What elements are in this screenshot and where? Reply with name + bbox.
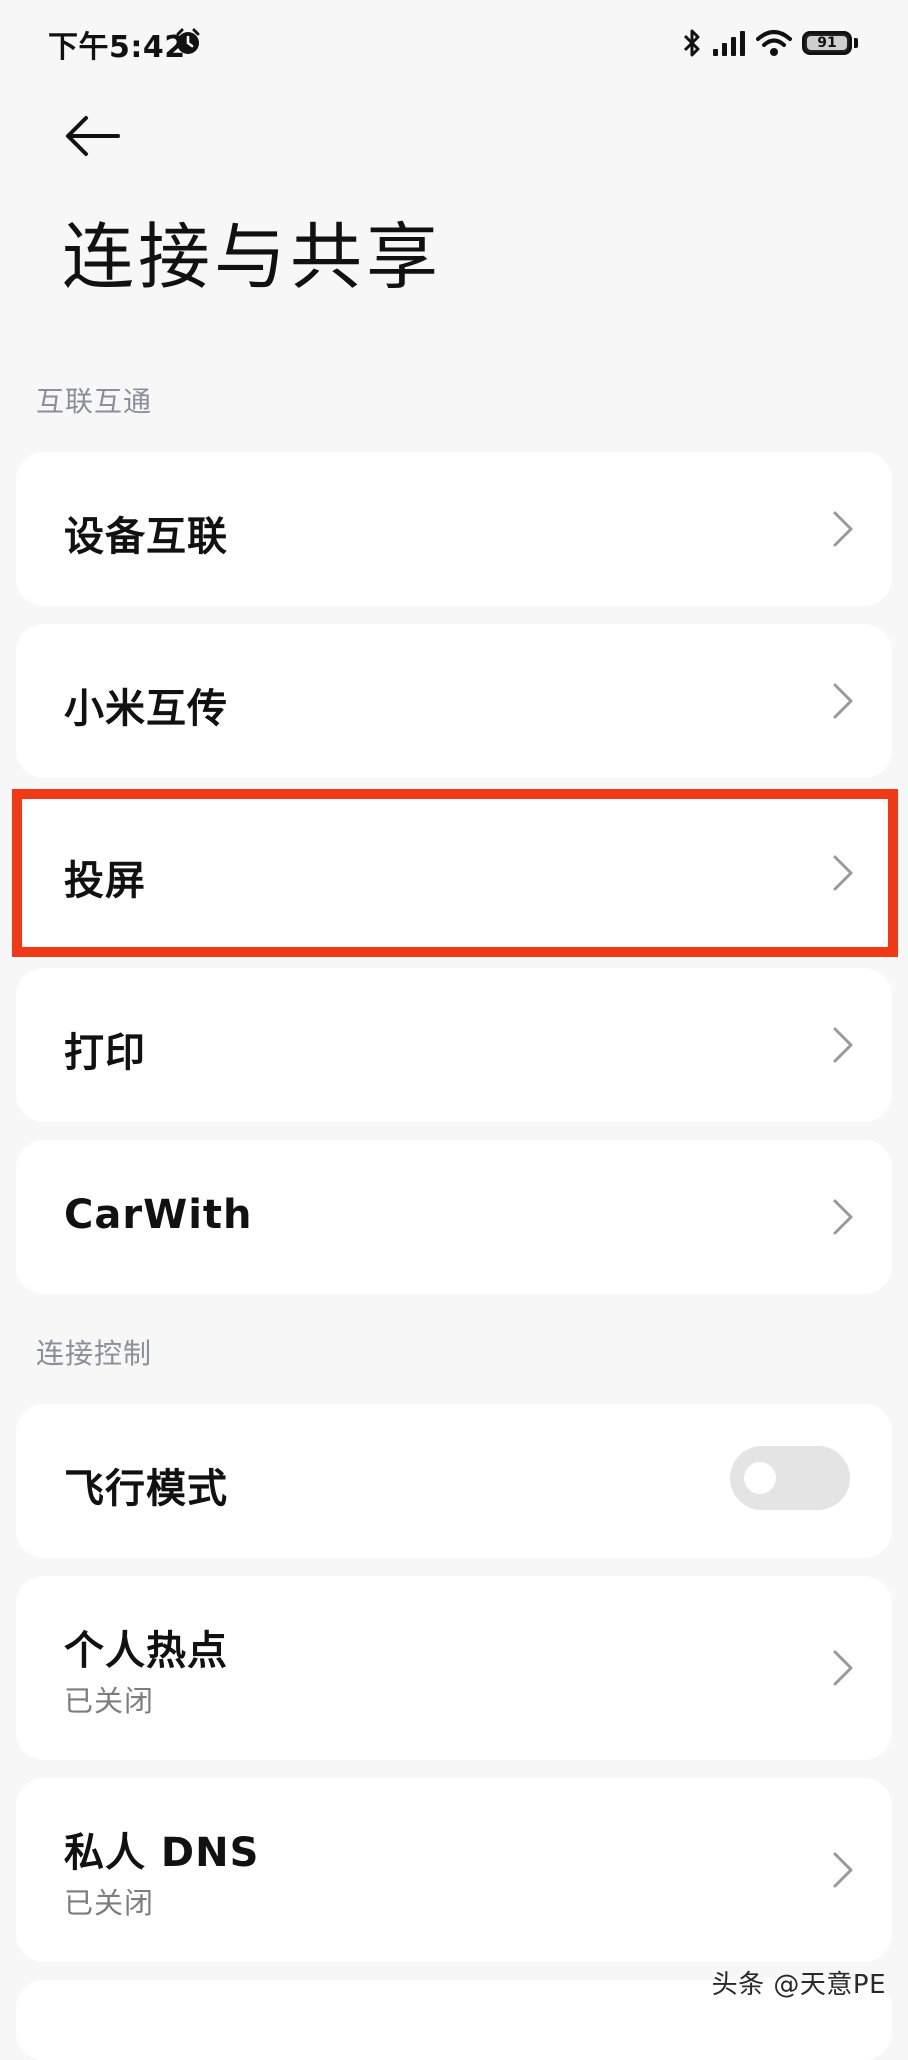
chevron-right-icon xyxy=(833,1027,853,1063)
list-item-carwith[interactable]: CarWith xyxy=(16,1140,892,1294)
chevron-right-icon xyxy=(833,683,853,719)
list-item-airplane-mode[interactable]: 飞行模式 xyxy=(16,1404,892,1558)
item-label: 个人热点 xyxy=(64,1628,228,1674)
wifi-icon xyxy=(756,30,792,56)
section-header-interconnect: 互联互通 xyxy=(36,385,153,418)
status-time: 下午5:42 xyxy=(48,30,186,65)
list-item-screen-cast[interactable]: 投屏 xyxy=(16,796,892,950)
item-label: 飞行模式 xyxy=(64,1466,228,1512)
battery-level: 91 xyxy=(817,35,837,51)
arrow-left-icon xyxy=(66,116,120,156)
alarm-icon xyxy=(176,28,200,54)
status-icons: 91 xyxy=(682,26,858,60)
chevron-right-icon xyxy=(833,1852,853,1888)
chevron-right-icon xyxy=(833,1650,853,1686)
list-item-mi-share[interactable]: 小米互传 xyxy=(16,624,892,778)
item-subtitle: 已关闭 xyxy=(64,1886,155,1920)
item-subtitle: 已关闭 xyxy=(64,1684,155,1718)
signal-icon xyxy=(713,31,745,56)
item-label: 打印 xyxy=(64,1030,146,1076)
item-label: 私人 DNS xyxy=(64,1830,260,1876)
airplane-mode-toggle[interactable] xyxy=(730,1446,850,1510)
section-header-connection-control: 连接控制 xyxy=(36,1337,153,1370)
list-item-private-dns[interactable]: 私人 DNS 已关闭 xyxy=(16,1778,892,1962)
toggle-knob xyxy=(744,1462,776,1494)
page-title: 连接与共享 xyxy=(62,215,443,299)
item-label: 设备互联 xyxy=(64,514,228,560)
status-bar: 下午5:42 91 xyxy=(0,0,908,86)
chevron-right-icon xyxy=(833,855,853,891)
chevron-right-icon xyxy=(833,1199,853,1235)
list-item-device-interconnect[interactable]: 设备互联 xyxy=(16,452,892,606)
bluetooth-icon xyxy=(683,29,700,57)
list-item-print[interactable]: 打印 xyxy=(16,968,892,1122)
list-item-hotspot[interactable]: 个人热点 已关闭 xyxy=(16,1576,892,1760)
chevron-right-icon xyxy=(833,511,853,547)
item-label: CarWith xyxy=(64,1192,253,1238)
watermark: 头条 @天意PE xyxy=(711,1970,886,2000)
battery-icon: 91 xyxy=(802,31,852,55)
back-button[interactable] xyxy=(60,110,124,162)
item-label: 小米互传 xyxy=(64,686,228,732)
item-label: 投屏 xyxy=(64,858,146,904)
battery-cap xyxy=(854,38,858,48)
